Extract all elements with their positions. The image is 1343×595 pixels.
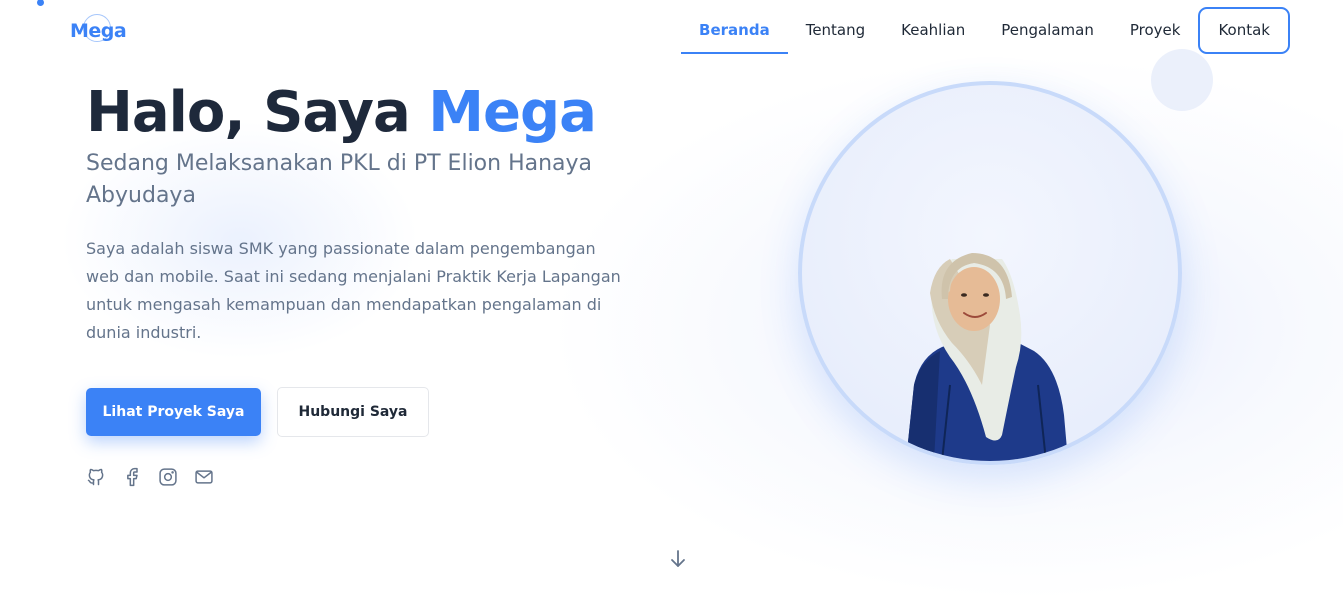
nav-item-proyek[interactable]: Proyek: [1112, 7, 1199, 54]
hero-description: Saya adalah siswa SMK yang passionate da…: [86, 239, 621, 342]
nav-item-kontak[interactable]: Kontak: [1198, 7, 1290, 54]
social-links: [85, 466, 215, 488]
arrow-down-icon[interactable]: [668, 548, 688, 570]
github-icon[interactable]: [85, 466, 107, 488]
decorative-dot: [37, 0, 44, 6]
profile-photo: [798, 81, 1182, 465]
hero-name: Mega: [428, 80, 597, 145]
nav-item-tentang[interactable]: Tentang: [788, 7, 883, 54]
logo[interactable]: Mega: [70, 20, 127, 46]
view-projects-button[interactable]: Lihat Proyek Saya: [86, 388, 261, 436]
nav-item-keahlian[interactable]: Keahlian: [883, 7, 983, 54]
hero-greeting: Halo, Saya: [86, 80, 429, 145]
nav-item-pengalaman[interactable]: Pengalaman: [983, 7, 1112, 54]
hero-title: Halo, Saya Mega: [86, 80, 597, 145]
instagram-icon[interactable]: [157, 466, 179, 488]
main-nav: Beranda Tentang Keahlian Pengalaman Proy…: [681, 7, 1290, 54]
mail-icon[interactable]: [193, 466, 215, 488]
facebook-icon[interactable]: [121, 466, 143, 488]
nav-item-beranda[interactable]: Beranda: [681, 7, 788, 54]
contact-me-button[interactable]: Hubungi Saya: [277, 387, 429, 437]
hero-subtitle: Sedang Melaksanakan PKL di PT Elion Hana…: [86, 151, 593, 208]
